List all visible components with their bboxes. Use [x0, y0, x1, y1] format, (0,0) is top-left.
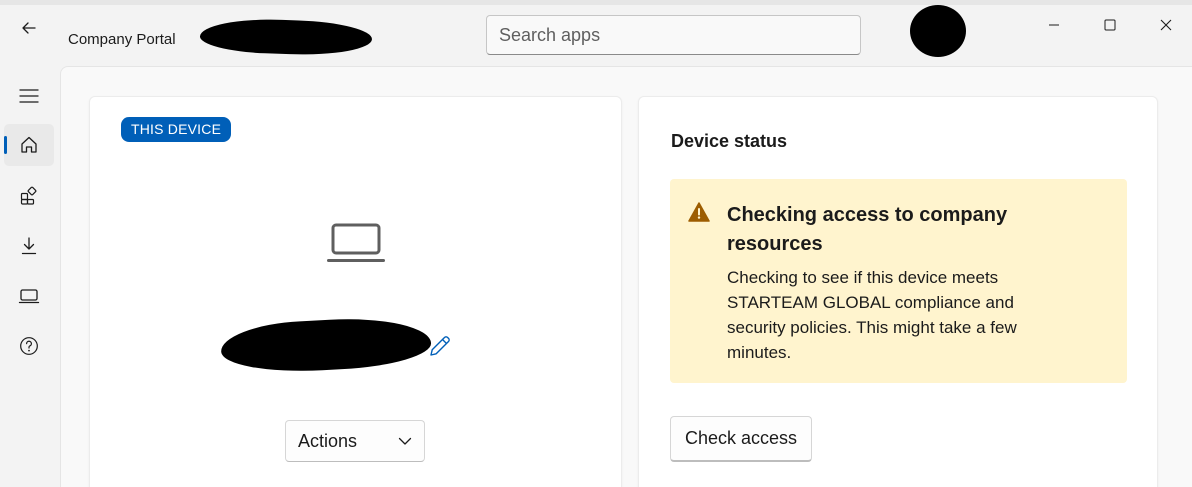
close-button[interactable] [1138, 5, 1192, 45]
actions-dropdown[interactable]: Actions [285, 420, 425, 462]
device-status-title: Device status [671, 131, 788, 151]
chevron-down-icon [398, 437, 412, 445]
home-icon [21, 136, 37, 153]
nav-item-downloads[interactable] [4, 225, 54, 267]
this-device-badge: THIS DEVICE [121, 117, 232, 142]
laptop-icon [18, 289, 40, 304]
close-icon [1160, 19, 1172, 31]
back-button[interactable] [14, 13, 44, 43]
check-access-button[interactable]: Check access [670, 416, 812, 462]
rename-device-button[interactable] [424, 333, 454, 361]
nav-item-apps[interactable] [4, 175, 54, 217]
actions-label: Actions [298, 430, 358, 451]
redacted-username [199, 17, 373, 57]
warning-icon [688, 202, 710, 222]
back-arrow-icon [22, 22, 36, 34]
nav-item-home[interactable] [4, 124, 54, 166]
title-bar: Company Portal [0, 5, 1192, 67]
app-title: Company Portal [68, 31, 176, 48]
warning-body: Checking to see if this device meets STA… [727, 268, 1017, 362]
nav-menu-toggle[interactable] [4, 75, 54, 117]
warning-heading: Checking access to company resources [727, 204, 1008, 255]
search-input[interactable] [486, 15, 861, 55]
device-status-card: Device status Checking access to company… [638, 96, 1158, 487]
apps-icon [20, 186, 37, 205]
download-icon [21, 237, 37, 255]
nav-item-help[interactable] [4, 325, 54, 367]
hamburger-menu-icon [19, 89, 39, 103]
active-nav-indicator [4, 136, 7, 154]
minimize-button[interactable] [1026, 5, 1082, 45]
side-navigation [0, 67, 58, 487]
redacted-avatar[interactable] [910, 5, 966, 57]
help-icon [20, 337, 38, 355]
laptop-icon [327, 223, 385, 262]
nav-item-devices[interactable] [4, 275, 54, 317]
pencil-icon [430, 336, 450, 356]
warning-message-box: Checking access to company resources Che… [670, 179, 1127, 383]
minimize-icon [1049, 24, 1059, 26]
maximize-button[interactable] [1082, 5, 1138, 45]
maximize-icon [1104, 19, 1116, 31]
